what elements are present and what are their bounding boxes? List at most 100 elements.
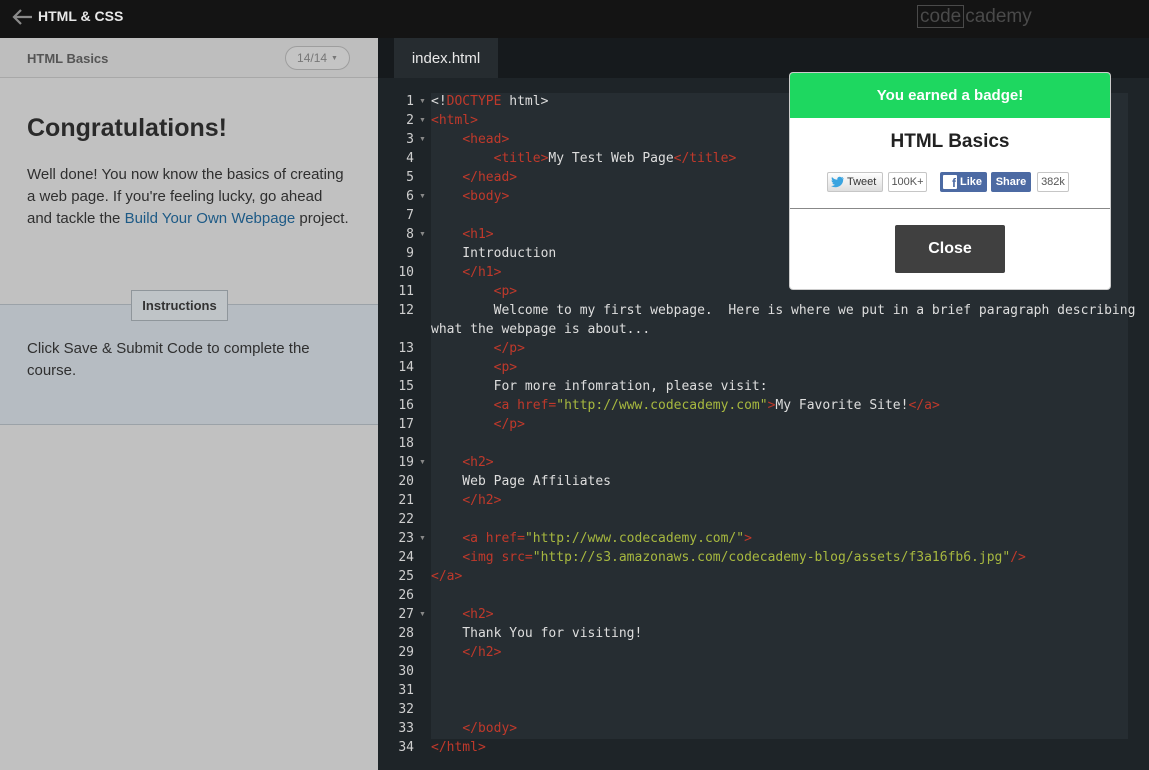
code-token: <p> bbox=[493, 284, 518, 299]
code-line[interactable]: <a href="http://www.codecademy.com">My F… bbox=[431, 396, 940, 415]
instructions-section: Instructions Click Save & Submit Code to… bbox=[0, 290, 378, 425]
modal-divider bbox=[790, 208, 1110, 209]
fold-toggle-icon[interactable]: ▼ bbox=[419, 529, 426, 548]
code-line[interactable]: <h1> bbox=[431, 225, 494, 244]
fold-toggle-icon[interactable]: ▼ bbox=[419, 187, 426, 206]
code-line[interactable]: </h2> bbox=[431, 491, 501, 510]
code-token: <body> bbox=[462, 189, 510, 204]
tweet-count: 100K+ bbox=[888, 172, 927, 192]
code-line[interactable]: what the webpage is about... bbox=[431, 320, 650, 339]
code-token: </p> bbox=[493, 417, 525, 432]
code-line[interactable]: <title>My Test Web Page</title> bbox=[431, 149, 737, 168]
facebook-like-button[interactable]: f Like bbox=[940, 172, 987, 192]
code-token: For more infomration, please visit: bbox=[431, 379, 768, 394]
code-line[interactable]: <!DOCTYPE html> bbox=[431, 92, 548, 111]
code-line[interactable]: <p> bbox=[431, 358, 517, 377]
code-line[interactable]: </head> bbox=[431, 168, 517, 187]
line-number: 6 bbox=[406, 189, 414, 204]
badge-modal: You earned a badge! HTML Basics Tweet 10… bbox=[790, 73, 1110, 289]
code-line[interactable]: Web Page Affiliates bbox=[431, 472, 611, 491]
code-token: > bbox=[744, 531, 752, 546]
back-arrow-icon[interactable] bbox=[12, 8, 34, 26]
codecademy-logo[interactable]: code cademy bbox=[917, 4, 1032, 28]
code-line[interactable]: </a> bbox=[431, 567, 462, 586]
line-number: 18 bbox=[398, 436, 414, 451]
line-number: 20 bbox=[398, 474, 414, 489]
lesson-pager-dropdown[interactable]: 14/14 ▼ bbox=[285, 46, 350, 70]
line-number: 24 bbox=[398, 550, 414, 565]
code-line[interactable]: <h2> bbox=[431, 605, 493, 624]
code-token: <h1> bbox=[462, 227, 494, 242]
lesson-text-after: project. bbox=[295, 210, 349, 227]
chevron-down-icon: ▼ bbox=[331, 54, 338, 62]
tab-index-html[interactable]: index.html bbox=[394, 38, 498, 78]
code-token: "http://s3.amazonaws.com/codecademy-blog… bbox=[532, 550, 1011, 565]
line-number: 8 bbox=[406, 227, 414, 242]
line-number: 13 bbox=[398, 341, 414, 356]
code-line[interactable]: For more infomration, please visit: bbox=[431, 377, 768, 396]
fold-toggle-icon[interactable]: ▼ bbox=[419, 111, 426, 130]
section-title: HTML Basics bbox=[27, 51, 109, 66]
code-token: Introduction bbox=[431, 246, 557, 261]
lesson-heading: Congratulations! bbox=[27, 114, 227, 142]
code-line[interactable]: </h2> bbox=[431, 643, 501, 662]
code-line[interactable]: </html> bbox=[431, 738, 486, 757]
line-number: 3 bbox=[406, 132, 414, 147]
line-number: 10 bbox=[398, 265, 414, 280]
fold-toggle-icon[interactable]: ▼ bbox=[419, 605, 426, 624]
code-token: </h2> bbox=[462, 493, 502, 508]
line-number: 25 bbox=[398, 569, 414, 584]
code-token: </p> bbox=[493, 341, 525, 356]
code-line[interactable]: <h2> bbox=[431, 453, 494, 472]
code-line[interactable]: <a href="http://www.codecademy.com/"> bbox=[431, 529, 752, 548]
code-line[interactable]: <head> bbox=[431, 130, 509, 149]
code-line[interactable]: <body> bbox=[431, 187, 509, 206]
code-line[interactable]: </body> bbox=[431, 719, 517, 738]
code-token: <h2> bbox=[462, 455, 494, 470]
code-token: </a> bbox=[908, 398, 940, 413]
code-line[interactable]: <p> bbox=[431, 282, 517, 301]
fold-toggle-icon[interactable]: ▼ bbox=[419, 225, 426, 244]
fold-toggle-icon[interactable]: ▼ bbox=[419, 453, 426, 472]
code-token: "http://www.codecademy.com" bbox=[556, 398, 768, 413]
close-button[interactable]: Close bbox=[895, 225, 1005, 273]
code-line[interactable]: <html> bbox=[431, 111, 478, 130]
code-line[interactable]: Thank You for visiting! bbox=[431, 624, 642, 643]
line-number: 27 bbox=[398, 607, 414, 622]
badge-banner: You earned a badge! bbox=[790, 73, 1110, 118]
instructions-tab[interactable]: Instructions bbox=[131, 290, 228, 321]
lesson-header: HTML Basics 14/14 ▼ bbox=[0, 38, 378, 78]
fold-toggle-icon[interactable]: ▼ bbox=[419, 92, 426, 111]
code-line[interactable]: </p> bbox=[431, 339, 525, 358]
line-number: 12 bbox=[398, 303, 414, 318]
code-line[interactable]: </p> bbox=[431, 415, 525, 434]
fold-toggle-icon[interactable]: ▼ bbox=[419, 130, 426, 149]
facebook-share-button[interactable]: Share bbox=[991, 172, 1031, 192]
line-number: 19 bbox=[398, 455, 414, 470]
tweet-button[interactable]: Tweet bbox=[827, 172, 883, 192]
course-title[interactable]: HTML & CSS bbox=[38, 8, 123, 24]
line-number: 22 bbox=[398, 512, 414, 527]
code-token: </h2> bbox=[462, 645, 502, 660]
code-line[interactable]: <img src="http://s3.amazonaws.com/codeca… bbox=[431, 548, 1026, 567]
line-number bbox=[378, 320, 414, 339]
facebook-icon: f bbox=[943, 175, 957, 189]
line-number: 17 bbox=[398, 417, 414, 432]
build-your-own-webpage-link[interactable]: Build Your Own Webpage bbox=[125, 210, 296, 227]
code-line[interactable]: </h1> bbox=[431, 263, 501, 282]
code-line[interactable]: Welcome to my first webpage. Here is whe… bbox=[431, 301, 1136, 320]
line-number: 16 bbox=[398, 398, 414, 413]
code-line[interactable]: Introduction bbox=[431, 244, 556, 263]
tweet-label: Tweet bbox=[847, 176, 877, 188]
